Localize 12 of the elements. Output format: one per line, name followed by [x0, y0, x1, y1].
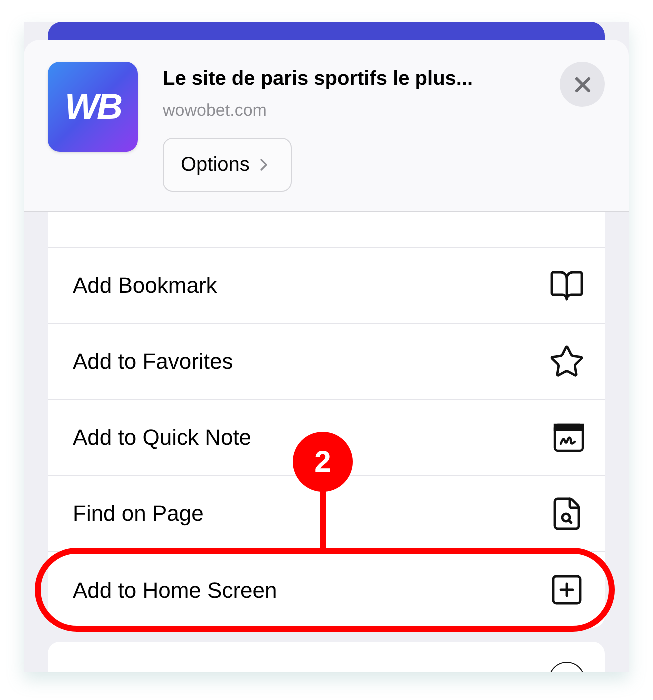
options-button[interactable]: Options [163, 138, 292, 192]
menu-item[interactable]: Add Bookmark [48, 248, 605, 324]
close-button[interactable] [560, 62, 605, 107]
menu-item[interactable]: Find on Page [48, 476, 605, 552]
quick-note-icon [553, 422, 585, 452]
site-title: Le site de paris sportifs le plus... [163, 67, 474, 92]
app-icon: WB [48, 62, 138, 152]
star-icon [549, 344, 585, 380]
menu-item[interactable]: Add to Home Screen [48, 552, 605, 628]
menu-item[interactable] [48, 212, 605, 248]
site-url: wowobet.com [163, 100, 268, 122]
menu-item[interactable]: Add to Favorites [48, 324, 605, 400]
